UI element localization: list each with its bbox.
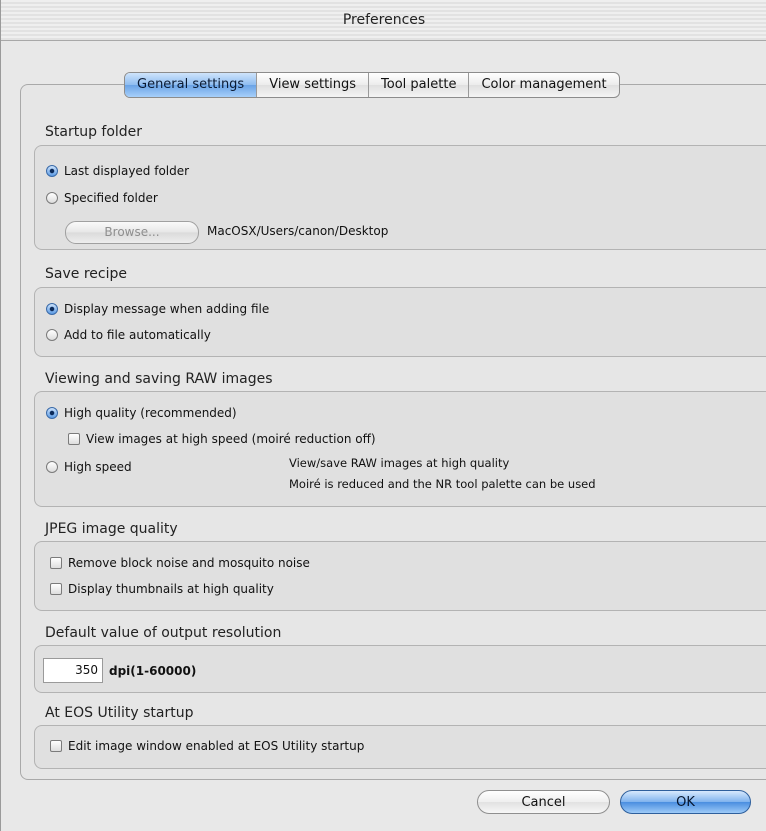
checkbox-label: View images at high speed (moiré reducti… (86, 432, 376, 446)
checkbox-view-high-speed[interactable]: View images at high speed (moiré reducti… (68, 432, 376, 446)
radio-selected-icon (46, 303, 58, 315)
checkbox-remove-noise[interactable]: Remove block noise and mosquito noise (50, 556, 310, 570)
tab-view-settings[interactable]: View settings (256, 73, 368, 97)
tab-bar: General settings View settings Tool pale… (124, 72, 620, 98)
startup-folder-title: Startup folder (45, 124, 143, 140)
radio-last-displayed-folder[interactable]: Last displayed folder (46, 164, 189, 178)
save-recipe-title: Save recipe (45, 266, 127, 282)
radio-unselected-icon (46, 192, 58, 204)
tab-general-settings[interactable]: General settings (125, 73, 257, 97)
radio-label: High speed (64, 460, 132, 474)
radio-high-speed[interactable]: High speed (46, 460, 132, 474)
eos-utility-title: At EOS Utility startup (45, 705, 194, 721)
startup-folder-path: MacOSX/Users/canon/Desktop (207, 224, 389, 238)
tab-tool-palette[interactable]: Tool palette (368, 73, 468, 97)
resolution-input[interactable]: 350 (43, 658, 103, 683)
radio-label: High quality (recommended) (64, 406, 237, 420)
jpeg-quality-title: JPEG image quality (45, 521, 178, 537)
checkbox-icon (50, 740, 62, 752)
radio-unselected-icon (46, 329, 58, 341)
checkbox-label: Edit image window enabled at EOS Utility… (68, 739, 365, 753)
radio-high-quality[interactable]: High quality (recommended) (46, 406, 237, 420)
jpeg-quality-group (34, 541, 766, 611)
window-title: Preferences (1, 0, 766, 41)
radio-add-to-file[interactable]: Add to file automatically (46, 328, 211, 342)
raw-note-line-1: View/save RAW images at high quality (289, 456, 510, 470)
checkbox-edit-image-window[interactable]: Edit image window enabled at EOS Utility… (50, 739, 364, 753)
ok-button[interactable]: OK (620, 790, 751, 814)
radio-display-message[interactable]: Display message when adding file (46, 302, 269, 316)
cancel-button[interactable]: Cancel (477, 790, 610, 814)
preferences-window: Preferences General settings View settin… (0, 0, 766, 831)
checkbox-label: Display thumbnails at high quality (68, 582, 274, 596)
radio-label: Last displayed folder (64, 164, 190, 178)
checkbox-icon (50, 557, 62, 569)
radio-specified-folder[interactable]: Specified folder (46, 191, 158, 205)
tab-color-management[interactable]: Color management (468, 73, 618, 97)
save-recipe-group (34, 287, 766, 357)
checkbox-thumbnails-high-quality[interactable]: Display thumbnails at high quality (50, 582, 274, 596)
radio-label: Add to file automatically (64, 328, 211, 342)
checkbox-label: Remove block noise and mosquito noise (68, 556, 310, 570)
checkbox-icon (68, 433, 80, 445)
radio-selected-icon (46, 407, 58, 419)
radio-label: Display message when adding file (64, 302, 270, 316)
checkbox-icon (50, 583, 62, 595)
browse-button[interactable]: Browse... (65, 221, 199, 244)
radio-unselected-icon (46, 461, 58, 473)
raw-note-line-2: Moiré is reduced and the NR tool palette… (289, 477, 596, 491)
radio-selected-icon (46, 165, 58, 177)
resolution-unit-label: dpi(1-60000) (109, 664, 197, 678)
output-resolution-title: Default value of output resolution (45, 625, 282, 641)
raw-images-title: Viewing and saving RAW images (45, 371, 273, 387)
radio-label: Specified folder (64, 191, 158, 205)
